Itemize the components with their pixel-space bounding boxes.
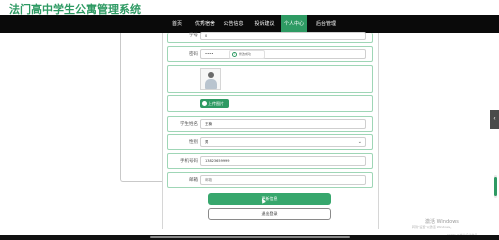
avatar-body	[205, 79, 217, 89]
upload-image-button[interactable]: 上传图片	[200, 99, 229, 108]
activate-windows-subtitle: 转到"设置"以激活 Windows。	[412, 225, 454, 229]
avatar-head	[208, 72, 214, 78]
email-label: 邮箱	[189, 178, 198, 183]
page: 法门高中学生公寓管理系统 首页 优秀宿舍 公告信息 投诉建议 个人中心 后台管理…	[0, 0, 499, 240]
phone-input[interactable]: 13823659999	[200, 156, 366, 166]
info-icon: i	[232, 52, 237, 57]
logout-button[interactable]: 退出登录	[208, 208, 331, 220]
nav-item-admin[interactable]: 后台管理	[310, 15, 342, 33]
success-toast: i 修改成功	[229, 50, 265, 59]
activate-windows-title: 激活 Windows	[425, 219, 459, 225]
nav-item-home[interactable]: 首页	[163, 15, 191, 33]
gender-label: 性别	[189, 140, 198, 145]
upload-button-label: 上传图片	[208, 101, 224, 106]
password-input[interactable]: ••••	[200, 49, 366, 59]
form-row-password: 密码 ••••	[167, 46, 373, 62]
gender-select[interactable]: 男 ⌄	[200, 137, 366, 147]
nav-item-excellent-dorms[interactable]: 优秀宿舍	[191, 15, 219, 33]
form-row-gender: 性别 男 ⌄	[167, 134, 373, 150]
form-row-student-name: 学生姓名 王楠	[167, 116, 373, 132]
email-input[interactable]: 邮箱	[200, 175, 366, 185]
form-row-email: 邮箱 邮箱	[167, 172, 373, 188]
phone-label: 手机号码	[180, 159, 198, 164]
student-name-label: 学生姓名	[180, 122, 198, 127]
chevron-down-icon: ⌄	[357, 139, 362, 145]
gender-selected-value: 男	[205, 140, 209, 144]
student-id-input[interactable]: 0	[200, 32, 366, 40]
update-info-button[interactable]: 更新信息	[208, 193, 331, 205]
form-row-avatar	[167, 65, 373, 93]
form-row-phone: 手机号码 13823659999	[167, 153, 373, 169]
avatar-image	[200, 68, 221, 90]
upload-icon	[202, 101, 207, 106]
top-nav: 首页 优秀宿舍 公告信息 投诉建议 个人中心 后台管理	[0, 15, 499, 33]
student-id-label: 学号	[189, 33, 198, 38]
nav-item-complaints[interactable]: 投诉建议	[248, 15, 281, 33]
form-row-student-id: 学号 0	[167, 32, 373, 43]
toast-text: 修改成功	[239, 52, 252, 56]
scrollbar-thumb[interactable]	[494, 177, 497, 196]
password-label: 密码	[189, 52, 198, 57]
horizontal-scrollbar[interactable]	[150, 236, 350, 238]
nav-item-personal-center[interactable]: 个人中心	[281, 15, 307, 33]
student-name-input[interactable]: 王楠	[200, 119, 366, 129]
form-row-upload	[167, 95, 373, 112]
chevron-left-icon[interactable]: ‹	[490, 110, 499, 129]
nav-item-announcements[interactable]: 公告信息	[219, 15, 248, 33]
